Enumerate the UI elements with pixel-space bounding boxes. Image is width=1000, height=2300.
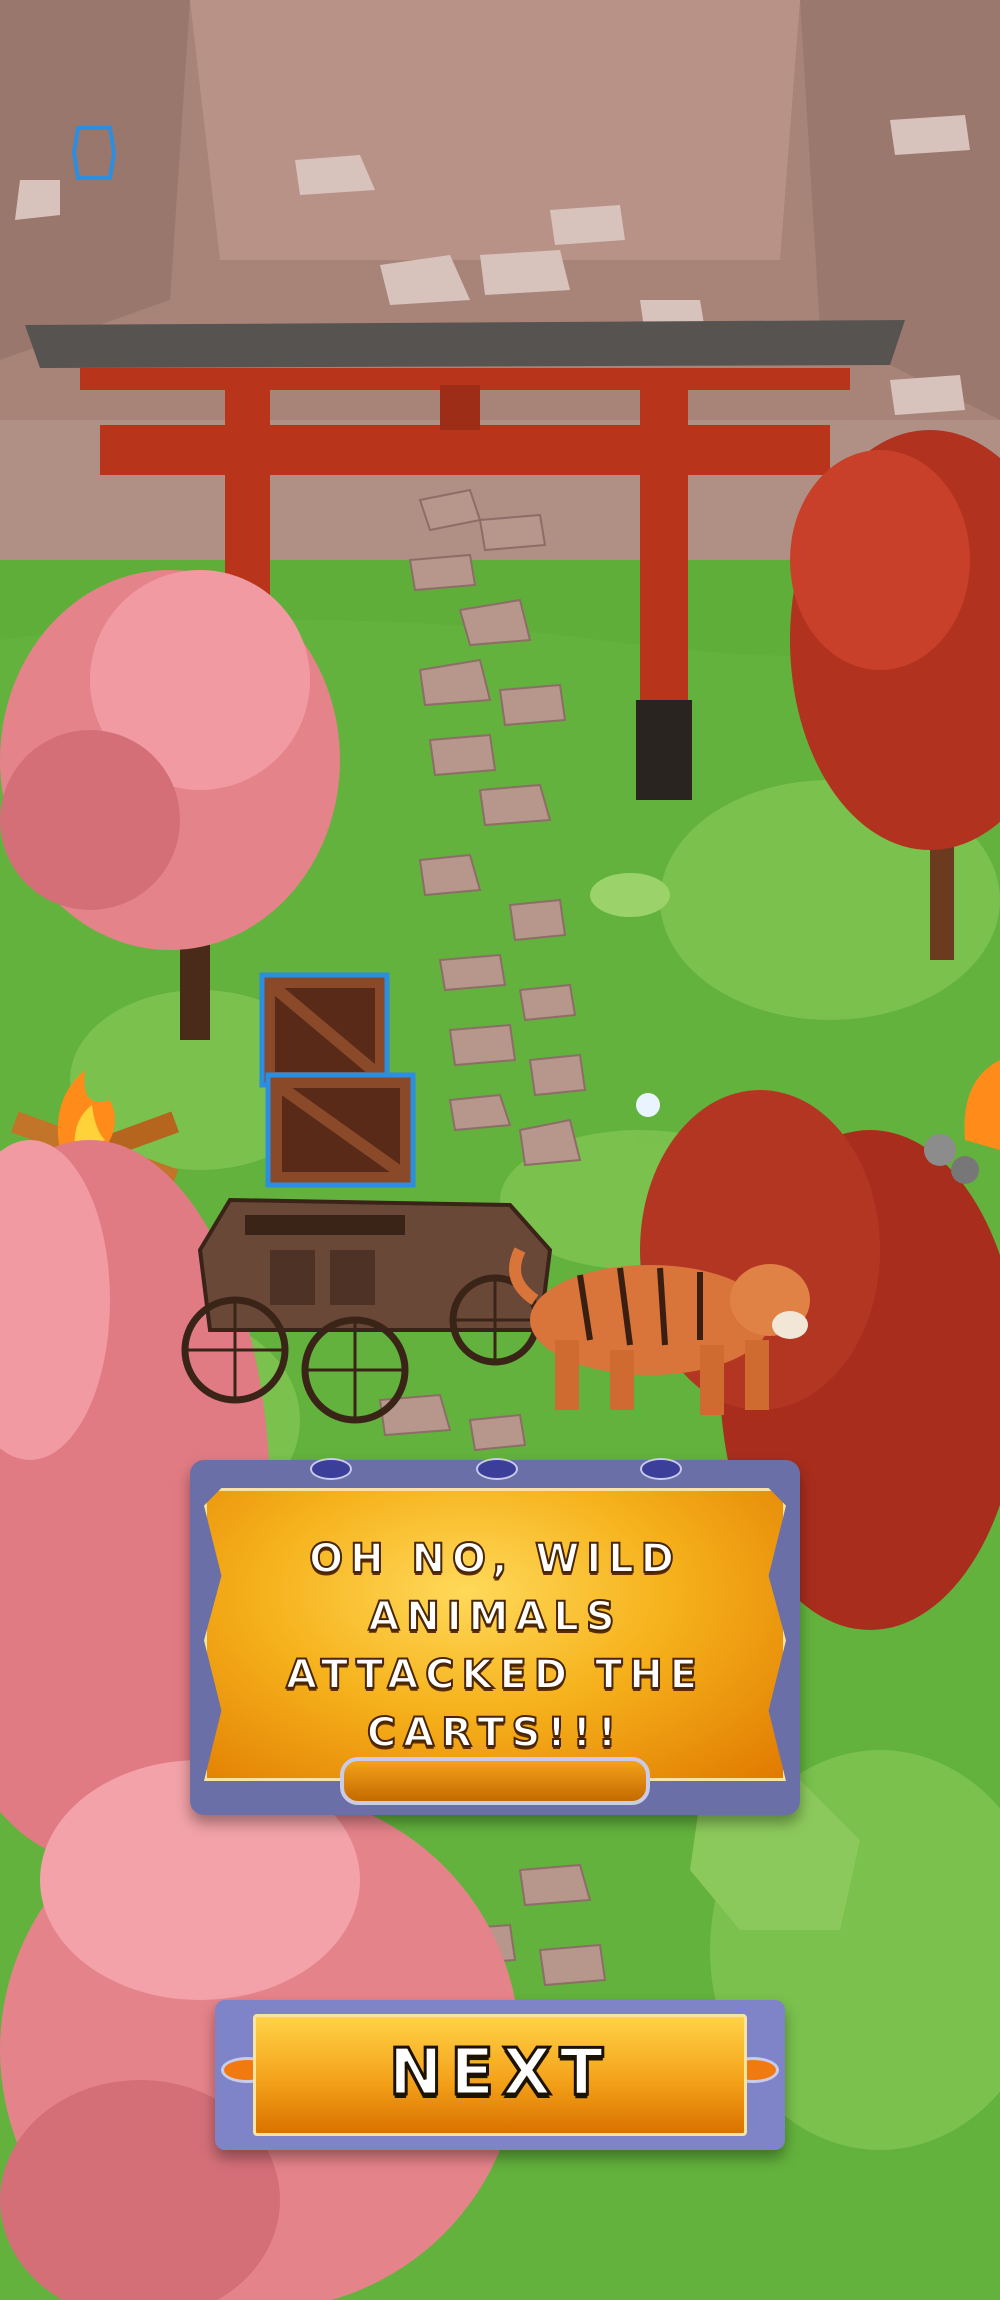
flower (636, 1093, 660, 1117)
small-plant (590, 873, 670, 917)
panel-gem-icon (640, 1458, 682, 1480)
message-panel: Oh no, wild animals attacked the carts!!… (190, 1458, 800, 1815)
game-scene: Oh no, wild animals attacked the carts!!… (0, 0, 1000, 2300)
scene-art (0, 0, 1000, 2300)
rock-face-center (190, 0, 800, 260)
message-line: animals (367, 1593, 622, 1641)
panel-gem-icon (476, 1458, 518, 1480)
hexagon-marker-icon (72, 126, 116, 180)
message-line: carts!!! (366, 1709, 624, 1757)
next-button-label: NEXT (387, 2035, 612, 2112)
message-line: Oh no, wild (308, 1535, 681, 1583)
message-line: attacked the (285, 1651, 705, 1699)
panel-gem-icon (310, 1458, 352, 1480)
message-text: Oh no, wild animals attacked the carts!!… (230, 1530, 760, 1762)
message-panel-tab (340, 1757, 650, 1805)
next-button[interactable]: NEXT (215, 2000, 785, 2150)
